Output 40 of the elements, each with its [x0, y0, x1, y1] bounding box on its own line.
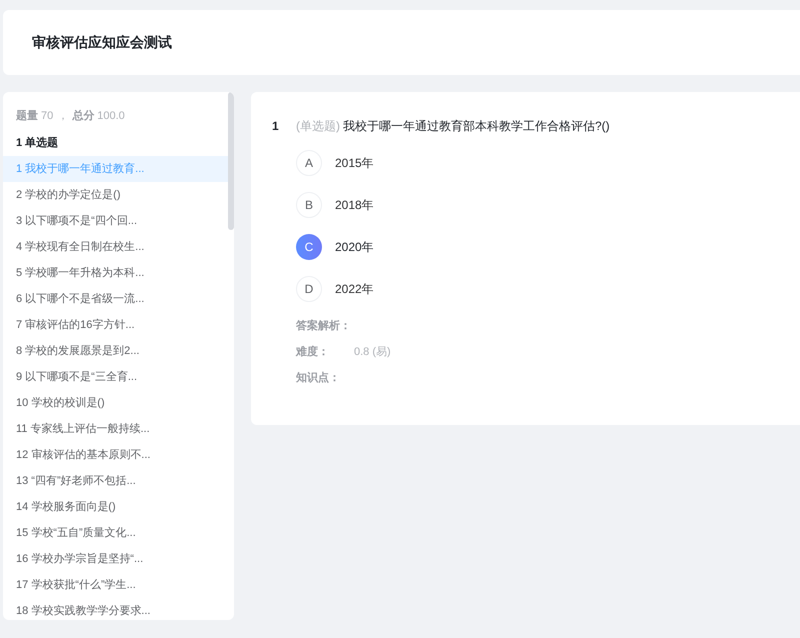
- summary-label: 总分: [72, 108, 94, 124]
- question-list-item[interactable]: 7 审核评估的16字方针...: [3, 312, 228, 338]
- detail-label: 答案解析：: [296, 318, 352, 334]
- question-number: 1: [272, 118, 280, 135]
- summary-value: 100.0: [97, 108, 125, 124]
- question-list-item[interactable]: 17 学校获批“什么”学生...: [3, 572, 228, 598]
- question-list-item[interactable]: 5 学校哪一年升格为本科...: [3, 260, 228, 286]
- option-text[interactable]: 2022年: [335, 280, 374, 298]
- detail-value: 0.8 (易): [354, 345, 391, 360]
- question-list-item[interactable]: 8 学校的发展愿景是到2...: [3, 338, 228, 364]
- separator: ，: [57, 108, 68, 124]
- summary-label: 题量: [16, 108, 38, 124]
- question-text: 我校于哪一年通过教育部本科教学工作合格评估?(): [343, 118, 610, 135]
- question-list-item[interactable]: 9 以下哪项不是“三全育...: [3, 364, 228, 390]
- detail-label: 难度：: [296, 344, 330, 360]
- question-list-item[interactable]: 18 学校实践教学学分要求...: [3, 598, 228, 620]
- question-list-item[interactable]: 6 以下哪个不是省级一流...: [3, 286, 228, 312]
- question-list-item[interactable]: 11 专家线上评估一般持续...: [3, 416, 228, 442]
- option-letter[interactable]: D: [296, 276, 322, 302]
- question-list-item[interactable]: 10 学校的校训是(): [3, 390, 228, 416]
- option-text[interactable]: 2020年: [335, 238, 374, 256]
- option-text[interactable]: 2015年: [335, 154, 374, 172]
- question-list-item[interactable]: 13 “四有”好老师不包括...: [3, 468, 228, 494]
- question-list-item[interactable]: 2 学校的办学定位是(): [3, 182, 228, 208]
- option-letter[interactable]: B: [296, 192, 322, 218]
- question-list-item[interactable]: 4 学校现有全日制在校生...: [3, 234, 228, 260]
- option-text[interactable]: 2018年: [335, 196, 374, 214]
- section-heading: 1 单选题: [16, 136, 58, 151]
- option-letter[interactable]: C: [296, 234, 322, 260]
- question-type: (单选题): [296, 118, 340, 135]
- scrollbar-thumb[interactable]: [228, 92, 234, 230]
- question-list-item[interactable]: 12 审核评估的基本原则不...: [3, 442, 228, 468]
- question-list-item[interactable]: 15 学校“五自”质量文化...: [3, 520, 228, 546]
- detail-label: 知识点：: [296, 370, 341, 386]
- option-letter[interactable]: A: [296, 150, 322, 176]
- question-list-item[interactable]: 16 学校办学宗旨是坚持“...: [3, 546, 228, 572]
- summary-value: 70: [41, 108, 54, 124]
- question-list-item[interactable]: 3 以下哪项不是“四个回...: [3, 208, 228, 234]
- question-list-item[interactable]: 14 学校服务面向是(): [3, 494, 228, 520]
- page-title: 审核评估应知应会测试: [32, 33, 172, 52]
